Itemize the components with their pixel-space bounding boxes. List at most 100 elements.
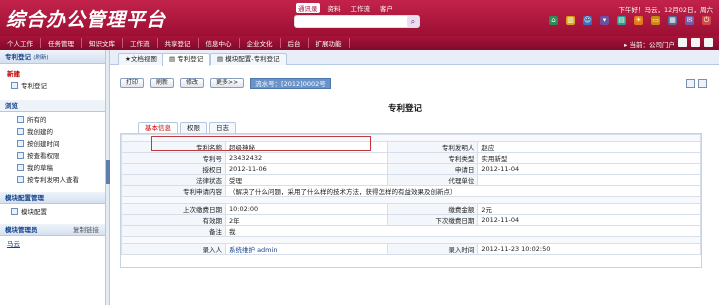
nav-task-management[interactable]: 任务管理 xyxy=(41,38,82,48)
new-section-label: 新建 xyxy=(7,70,20,78)
field-label: 上次缴费日期 xyxy=(121,203,226,215)
field-label: 授权日 xyxy=(121,163,226,175)
field-value: 23432432 xyxy=(224,152,389,164)
sidebar-title-text: 专利登记 xyxy=(5,53,31,61)
field-label: 备注 xyxy=(121,225,226,237)
folder-icon xyxy=(17,127,24,135)
refresh-button[interactable]: 刷新 xyxy=(150,78,175,88)
search-tab-customers[interactable]: 客户 xyxy=(378,3,395,13)
page-title: 专利登记 xyxy=(388,104,423,114)
folder-icon xyxy=(17,139,24,147)
users-icon[interactable]: ☺ xyxy=(583,16,592,25)
tab-module-config[interactable]: ▤ 模块配置-专利登记 xyxy=(210,53,287,65)
tree-all[interactable]: 所有的 xyxy=(6,112,105,124)
field-value: 赵应 xyxy=(477,141,701,153)
print-button[interactable]: 打印 xyxy=(120,78,145,88)
nav-shared-registration[interactable]: 共享登记 xyxy=(158,38,199,48)
admin-name[interactable]: 马云 xyxy=(0,236,105,248)
nav-personal-work[interactable]: 个人工作 xyxy=(0,38,41,48)
search-tab-workflow[interactable]: 工作流 xyxy=(349,3,373,13)
copy-link[interactable]: 复制链接 xyxy=(73,224,99,235)
field-label: 申请日 xyxy=(387,163,479,175)
sidebar-item-module-config[interactable]: 模块配置 xyxy=(0,204,105,216)
header-bar: 综合办公管理平台 通讯录 资料 工作流 客户 ⌕ 下午好！马云，12月02日，周… xyxy=(0,0,719,36)
field-value: 2012-11-04 xyxy=(477,163,701,175)
folder-icon xyxy=(17,115,24,123)
tree-by-view-permission[interactable]: 按查看权限 xyxy=(6,148,105,160)
shirt-icon[interactable]: ▾ xyxy=(600,16,609,25)
nav-knowledge-library[interactable]: 知识文库 xyxy=(82,38,123,48)
field-value: 2012-11-23 10:02:50 xyxy=(477,243,701,255)
table-row: 录入人 系统维护 admin 录入时间 2012-11-23 10:02:50 xyxy=(121,243,701,255)
main-navigation: 个人工作 任务管理 知识文库 工作流 共享登记 信息中心 企业文化 后台 扩展功… xyxy=(0,36,719,50)
field-value: 10:02:00 xyxy=(224,203,389,215)
search-input[interactable] xyxy=(294,15,420,28)
current-location[interactable]: ▸ 当前：公司门户 xyxy=(624,39,675,49)
field-label: 专利号 xyxy=(121,152,226,164)
mail-icon[interactable]: ✉ xyxy=(685,16,694,25)
field-value[interactable]: 系统维护 admin xyxy=(224,243,389,255)
admin-section-title: 模块管理员 复制链接 xyxy=(0,224,105,236)
tree-label: 按创建时间 xyxy=(27,140,60,148)
header-toolbar-icons: ⌂ ▥ ☺ ▾ ▤ ☀ ▭ ▦ ✉ ⏻ xyxy=(549,16,711,25)
edit-icon[interactable] xyxy=(678,38,687,47)
field-value: 受理 xyxy=(224,174,389,186)
field-label: 缴费金额 xyxy=(387,203,479,215)
sidebar-item-new-patent[interactable]: 专利登记 xyxy=(0,78,105,90)
window-icon[interactable] xyxy=(704,38,713,47)
folder-icon[interactable]: ▭ xyxy=(651,16,660,25)
tab-document-view[interactable]: ★文档视图 xyxy=(118,53,164,65)
field-value: 2元 xyxy=(477,203,701,215)
tree-label: 按查看权限 xyxy=(27,152,60,160)
field-value: 2012-11-06 xyxy=(224,163,389,175)
tab-label: 模块配置-专利登记 xyxy=(225,55,280,63)
sidebar-title: 专利登记 (刷新) xyxy=(0,50,105,64)
field-label: 录入时间 xyxy=(387,243,479,255)
sun-icon[interactable]: ☀ xyxy=(634,16,643,25)
nav-info-center[interactable]: 信息中心 xyxy=(199,38,240,48)
grid-icon[interactable]: ▦ xyxy=(668,16,677,25)
form-tabs: 基本信息 权限 日志 xyxy=(138,122,236,133)
power-icon[interactable]: ⏻ xyxy=(702,16,711,25)
search-icon[interactable]: ⌕ xyxy=(407,16,419,27)
tab-patent-registration[interactable]: ▤ 专利登记 xyxy=(162,53,211,66)
left-sidebar: 专利登记 (刷新) 新建 专利登记 浏览 所有的 我创建的 按创建时间 按查看权… xyxy=(0,50,106,305)
edit-button[interactable]: 修改 xyxy=(180,78,205,88)
tree-by-inventor[interactable]: 按专利发明人查看 xyxy=(6,172,105,184)
collapse-handle[interactable] xyxy=(106,160,110,184)
blank-row xyxy=(121,196,701,204)
sidebar-refresh-link[interactable]: (刷新) xyxy=(33,55,48,61)
search-tab-contacts[interactable]: 通讯录 xyxy=(296,3,320,13)
content-tabbar: ★文档视图 ▤ 专利登记 ▤ 模块配置-专利登记 xyxy=(110,50,719,66)
nav-corporate-culture[interactable]: 企业文化 xyxy=(240,38,281,48)
home-icon[interactable]: ⌂ xyxy=(549,16,558,25)
nav-backend[interactable]: 后台 xyxy=(281,38,309,48)
field-label: 专利申请内容 xyxy=(121,185,226,197)
nav-extensions[interactable]: 扩展功能 xyxy=(309,38,350,48)
nav-workflow[interactable]: 工作流 xyxy=(123,38,158,48)
field-value: （解决了什么问题，采用了什么样的技术方法，获得怎样的有益效果及创新点） xyxy=(225,185,701,197)
field-label: 下次缴费日期 xyxy=(387,214,479,226)
tab-basic-info[interactable]: 基本信息 xyxy=(138,122,178,133)
export-icon[interactable] xyxy=(686,79,695,88)
field-label: 录入人 xyxy=(121,243,226,255)
tab-log[interactable]: 日志 xyxy=(209,122,236,133)
tree-by-create-time[interactable]: 按创建时间 xyxy=(6,136,105,148)
layout-icon[interactable] xyxy=(691,38,700,47)
list-icon[interactable] xyxy=(698,79,707,88)
action-toolbar: 打印 刷新 修改 更多>> 流水号：[2012]0002号 xyxy=(120,78,331,89)
search-scope-tabs: 通讯录 资料 工作流 客户 xyxy=(296,3,395,13)
field-value xyxy=(477,174,701,186)
chart-icon[interactable]: ▥ xyxy=(566,16,575,25)
more-button[interactable]: 更多>> xyxy=(210,78,245,88)
book-icon[interactable]: ▤ xyxy=(617,16,626,25)
field-label: 代理单位 xyxy=(387,174,479,186)
greeting-datetime: 下午好！马云，12月02日，周六 xyxy=(618,6,713,14)
tree-my-drafts[interactable]: 我的草稿 xyxy=(6,160,105,172)
app-logo: 综合办公管理平台 xyxy=(6,9,167,31)
location-label: 当前：公司门户 xyxy=(629,41,676,49)
tree-created-by-me[interactable]: 我创建的 xyxy=(6,124,105,136)
sidebar-item-label: 模块配置 xyxy=(21,208,47,216)
search-tab-documents[interactable]: 资料 xyxy=(326,3,343,13)
tab-permissions[interactable]: 权限 xyxy=(180,122,207,133)
